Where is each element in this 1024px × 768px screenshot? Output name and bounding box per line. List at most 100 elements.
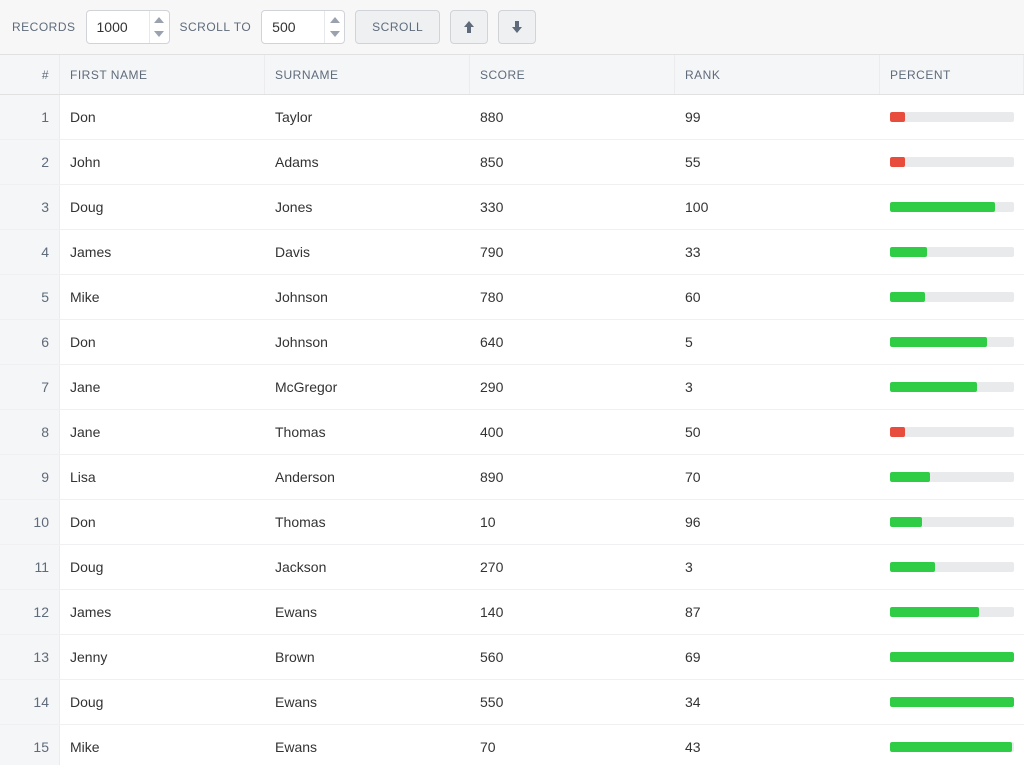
col-header-surname[interactable]: SURNAME	[265, 55, 470, 94]
cell-rank: 60	[675, 275, 880, 319]
table-row[interactable]: 1DonTaylor88099	[0, 95, 1024, 140]
row-number: 2	[0, 140, 60, 184]
row-number: 10	[0, 500, 60, 544]
cell-surname: Ewans	[265, 725, 470, 765]
scrollto-step-down[interactable]	[325, 27, 344, 41]
col-header-first-name[interactable]: FIRST NAME	[60, 55, 265, 94]
col-header-num[interactable]: #	[0, 55, 60, 94]
table-row[interactable]: 7JaneMcGregor2903	[0, 365, 1024, 410]
scrollto-step-up[interactable]	[325, 13, 344, 27]
cell-surname: Davis	[265, 230, 470, 274]
percent-bar	[890, 652, 1014, 662]
cell-score: 560	[470, 635, 675, 679]
cell-percent	[880, 140, 1024, 184]
scrollto-field[interactable]	[261, 10, 345, 44]
row-number: 7	[0, 365, 60, 409]
arrow-down-icon	[511, 20, 523, 34]
row-number: 5	[0, 275, 60, 319]
percent-fill	[890, 247, 927, 257]
row-number: 13	[0, 635, 60, 679]
cell-score: 890	[470, 455, 675, 499]
cell-surname: Johnson	[265, 275, 470, 319]
cell-rank: 96	[675, 500, 880, 544]
percent-fill	[890, 292, 925, 302]
cell-first-name: James	[60, 230, 265, 274]
percent-fill	[890, 562, 935, 572]
cell-percent	[880, 680, 1024, 724]
cell-surname: Thomas	[265, 410, 470, 454]
table-row[interactable]: 10DonThomas1096	[0, 500, 1024, 545]
row-number: 8	[0, 410, 60, 454]
records-step-down[interactable]	[150, 27, 169, 41]
col-header-rank[interactable]: RANK	[675, 55, 880, 94]
scrollto-input[interactable]	[262, 11, 324, 43]
cell-percent	[880, 320, 1024, 364]
cell-rank: 87	[675, 590, 880, 634]
cell-rank: 5	[675, 320, 880, 364]
percent-bar	[890, 742, 1014, 752]
toolbar: RECORDS SCROLL TO	[0, 0, 1024, 55]
cell-score: 290	[470, 365, 675, 409]
table-row[interactable]: 2JohnAdams85055	[0, 140, 1024, 185]
percent-bar	[890, 292, 1014, 302]
cell-score: 550	[470, 680, 675, 724]
cell-surname: Ewans	[265, 590, 470, 634]
percent-bar	[890, 157, 1014, 167]
percent-fill	[890, 697, 1014, 707]
percent-bar	[890, 337, 1014, 347]
cell-surname: Johnson	[265, 320, 470, 364]
cell-surname: Thomas	[265, 500, 470, 544]
cell-first-name: Mike	[60, 275, 265, 319]
cell-rank: 100	[675, 185, 880, 229]
table-row[interactable]: 12JamesEwans14087	[0, 590, 1024, 635]
col-header-score[interactable]: SCORE	[470, 55, 675, 94]
cell-surname: Brown	[265, 635, 470, 679]
grid-body[interactable]: 1DonTaylor880992JohnAdams850553DougJones…	[0, 95, 1024, 765]
scroll-button-label: SCROLL	[372, 20, 423, 34]
cell-surname: Taylor	[265, 95, 470, 139]
table-row[interactable]: 3DougJones330100	[0, 185, 1024, 230]
row-number: 9	[0, 455, 60, 499]
row-number: 6	[0, 320, 60, 364]
table-row[interactable]: 8JaneThomas40050	[0, 410, 1024, 455]
scroll-down-button[interactable]	[498, 10, 536, 44]
table-row[interactable]: 15MikeEwans7043	[0, 725, 1024, 765]
cell-percent	[880, 95, 1024, 139]
records-field[interactable]	[86, 10, 170, 44]
cell-first-name: James	[60, 590, 265, 634]
table-row[interactable]: 14DougEwans55034	[0, 680, 1024, 725]
records-input[interactable]	[87, 11, 149, 43]
cell-surname: Ewans	[265, 680, 470, 724]
records-step-up[interactable]	[150, 13, 169, 27]
scroll-up-button[interactable]	[450, 10, 488, 44]
percent-bar	[890, 112, 1014, 122]
cell-score: 780	[470, 275, 675, 319]
percent-fill	[890, 742, 1012, 752]
cell-first-name: Doug	[60, 680, 265, 724]
scroll-button[interactable]: SCROLL	[355, 10, 440, 44]
percent-fill	[890, 382, 977, 392]
percent-bar	[890, 202, 1014, 212]
table-row[interactable]: 6DonJohnson6405	[0, 320, 1024, 365]
percent-fill	[890, 607, 979, 617]
scrollto-label: SCROLL TO	[180, 20, 252, 34]
records-spinners	[149, 11, 169, 43]
table-row[interactable]: 5MikeJohnson78060	[0, 275, 1024, 320]
table-row[interactable]: 13JennyBrown56069	[0, 635, 1024, 680]
row-number: 4	[0, 230, 60, 274]
percent-fill	[890, 202, 995, 212]
table-row[interactable]: 11DougJackson2703	[0, 545, 1024, 590]
cell-rank: 43	[675, 725, 880, 765]
cell-first-name: Lisa	[60, 455, 265, 499]
row-number: 14	[0, 680, 60, 724]
cell-first-name: Don	[60, 95, 265, 139]
arrow-up-icon	[463, 20, 475, 34]
cell-percent	[880, 635, 1024, 679]
cell-surname: Anderson	[265, 455, 470, 499]
table-row[interactable]: 9LisaAnderson89070	[0, 455, 1024, 500]
cell-score: 330	[470, 185, 675, 229]
table-row[interactable]: 4JamesDavis79033	[0, 230, 1024, 275]
col-header-percent[interactable]: PERCENT	[880, 55, 1024, 94]
cell-surname: Jackson	[265, 545, 470, 589]
cell-percent	[880, 365, 1024, 409]
